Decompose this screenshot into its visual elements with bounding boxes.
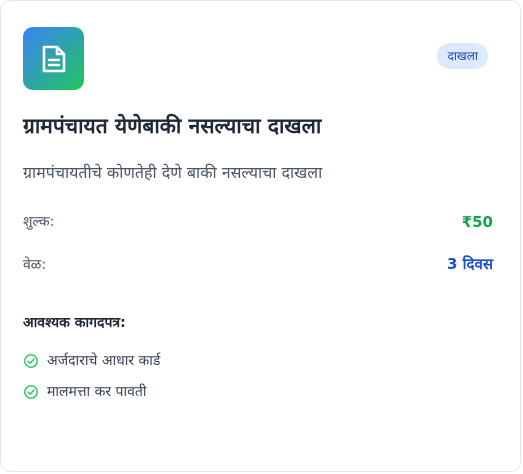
card-description: ग्रामपंचायतीचे कोणतेही देणे बाकी नसल्याच… bbox=[23, 163, 323, 182]
list-item: मालमत्ता कर पावती bbox=[23, 376, 160, 407]
category-badge: दाखला bbox=[437, 43, 488, 69]
time-value: 3 दिवस bbox=[447, 255, 493, 273]
fee-label: शुल्क: bbox=[23, 214, 55, 230]
list-item: अर्जदाराचे आधार कार्ड bbox=[23, 345, 160, 376]
document-name: मालमत्ता कर पावती bbox=[47, 384, 147, 400]
documents-heading: आवश्यक कागदपत्र: bbox=[23, 315, 126, 331]
fee-row: शुल्क: ₹50 bbox=[23, 212, 493, 231]
check-circle-icon bbox=[23, 353, 39, 369]
document-name: अर्जदाराचे आधार कार्ड bbox=[47, 353, 161, 369]
service-card[interactable]: दाखला ग्रामपंचायत येणेबाकी नसल्याचा दाखल… bbox=[0, 0, 521, 472]
time-label: वेळ: bbox=[23, 256, 47, 273]
card-title: ग्रामपंचायत येणेबाकी नसल्याचा दाखला bbox=[23, 114, 322, 138]
document-icon bbox=[23, 27, 84, 90]
documents-list: अर्जदाराचे आधार कार्ड मालमत्ता कर पावती bbox=[23, 345, 160, 407]
time-row: वेळ: 3 दिवस bbox=[23, 254, 493, 274]
check-circle-icon bbox=[23, 384, 39, 400]
fee-value: ₹50 bbox=[461, 212, 493, 231]
